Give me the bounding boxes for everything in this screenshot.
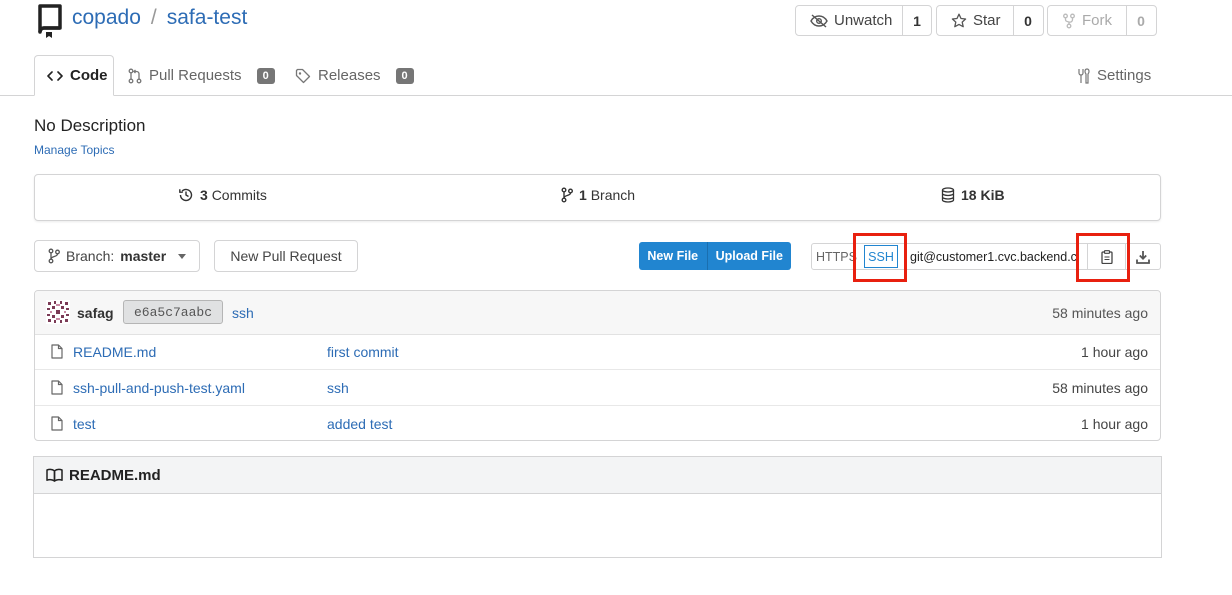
manage-topics-link[interactable]: Manage Topics: [34, 143, 115, 157]
commits-stat[interactable]: 3 Commits: [178, 187, 267, 203]
tab-code-label: Code: [70, 67, 108, 84]
file-commit-link[interactable]: first commit: [327, 344, 399, 360]
new-pull-request-button[interactable]: New Pull Request: [214, 240, 358, 272]
pull-request-icon: [128, 68, 142, 84]
repo-description: No Description: [34, 116, 146, 135]
tab-pull-requests[interactable]: Pull Requests 0: [128, 55, 275, 96]
history-icon: [178, 187, 194, 203]
repo-owner-link[interactable]: copado: [72, 6, 141, 29]
branch-prefix: Branch:: [66, 248, 115, 264]
fork-icon: [1062, 13, 1076, 29]
file-icon: [51, 416, 63, 431]
repo-icon: [36, 4, 64, 38]
commit-sha-button[interactable]: e6a5c7aabc: [123, 300, 224, 324]
pull-requests-count-badge: 0: [256, 67, 275, 84]
commits-label: Commits: [211, 187, 267, 203]
https-toggle[interactable]: HTTPS: [816, 250, 857, 264]
database-icon: [941, 187, 955, 203]
branch-icon: [561, 187, 573, 203]
readme-header: README.md: [34, 457, 1161, 494]
file-table: safag e6a5c7aabc ssh 58 minutes ago READ…: [34, 290, 1161, 441]
fork-count[interactable]: 0: [1127, 6, 1155, 35]
file-commit-link[interactable]: added test: [327, 416, 392, 432]
file-icon: [51, 380, 63, 395]
book-icon: [46, 468, 63, 482]
commit-author[interactable]: safag: [77, 305, 114, 321]
clone-url-input[interactable]: [906, 244, 1087, 269]
repo-title-separator: /: [150, 6, 157, 29]
file-actions-group: New File Upload File: [639, 242, 791, 270]
download-icon: [1136, 250, 1150, 264]
unwatch-button[interactable]: Unwatch: [796, 6, 903, 35]
table-row: ssh-pull-and-push-test.yaml ssh 58 minut…: [35, 370, 1160, 406]
releases-count-badge: 0: [395, 67, 414, 84]
branch-icon: [48, 248, 60, 264]
copy-highlight-box: [1076, 233, 1130, 282]
tools-icon: [1076, 67, 1090, 84]
file-name-link[interactable]: test: [73, 416, 96, 432]
readme-title: README.md: [69, 466, 161, 484]
file-name-link[interactable]: README.md: [73, 344, 156, 360]
branches-count: 1: [579, 187, 587, 203]
fork-button-group: Fork 0: [1047, 5, 1157, 36]
star-label: Star: [973, 12, 1001, 29]
file-icon: [51, 344, 63, 359]
tab-code[interactable]: Code: [34, 55, 114, 96]
file-time: 1 hour ago: [1081, 416, 1148, 432]
star-count[interactable]: 0: [1014, 6, 1042, 35]
branches-stat[interactable]: 1 Branch: [561, 187, 635, 203]
latest-commit-row: safag e6a5c7aabc ssh 58 minutes ago: [35, 291, 1160, 335]
tab-releases-label: Releases: [318, 67, 381, 84]
repo-name-link[interactable]: safa-test: [167, 6, 248, 29]
ssh-highlight-box: [853, 233, 907, 282]
watch-button-group: Unwatch 1: [795, 5, 932, 36]
commits-count: 3: [200, 187, 208, 203]
caret-down-icon: [178, 253, 187, 259]
unwatch-label: Unwatch: [834, 12, 893, 29]
file-commit-link[interactable]: ssh: [327, 380, 349, 396]
tab-settings-label: Settings: [1097, 67, 1152, 84]
branch-selector[interactable]: Branch: master: [34, 240, 200, 272]
fork-label: Fork: [1082, 12, 1112, 29]
size-stat: 18 KiB: [941, 187, 1005, 203]
watch-count[interactable]: 1: [903, 6, 931, 35]
readme-panel: README.md: [33, 456, 1162, 558]
repo-stats-bar: 3 Commits 1 Branch 18 KiB: [34, 174, 1161, 221]
commit-message-link[interactable]: ssh: [232, 305, 254, 321]
new-file-button[interactable]: New File: [639, 242, 708, 270]
table-row: test added test 1 hour ago: [35, 406, 1160, 440]
tab-releases[interactable]: Releases 0: [295, 55, 414, 96]
download-button[interactable]: [1126, 243, 1161, 270]
file-name-link[interactable]: ssh-pull-and-push-test.yaml: [73, 380, 245, 396]
code-icon: [47, 70, 63, 82]
table-row: README.md first commit 1 hour ago: [35, 334, 1160, 370]
tab-settings[interactable]: Settings: [1076, 55, 1151, 96]
tag-icon: [295, 68, 311, 84]
eye-slash-icon: [810, 13, 828, 28]
star-button-group: Star 0: [936, 5, 1044, 36]
repo-title: copado / safa-test: [72, 6, 247, 30]
branches-label: Branch: [590, 187, 636, 203]
tab-pull-requests-label: Pull Requests: [149, 67, 242, 84]
commit-time: 58 minutes ago: [1052, 305, 1148, 321]
file-time: 1 hour ago: [1081, 344, 1148, 360]
avatar[interactable]: [46, 300, 70, 324]
star-button[interactable]: Star: [937, 6, 1014, 35]
fork-button[interactable]: Fork: [1048, 6, 1127, 35]
file-time: 58 minutes ago: [1052, 380, 1148, 396]
upload-file-button[interactable]: Upload File: [708, 242, 791, 270]
star-icon: [951, 13, 967, 29]
branch-name: master: [120, 248, 167, 264]
repo-size: 18 KiB: [961, 187, 1005, 203]
